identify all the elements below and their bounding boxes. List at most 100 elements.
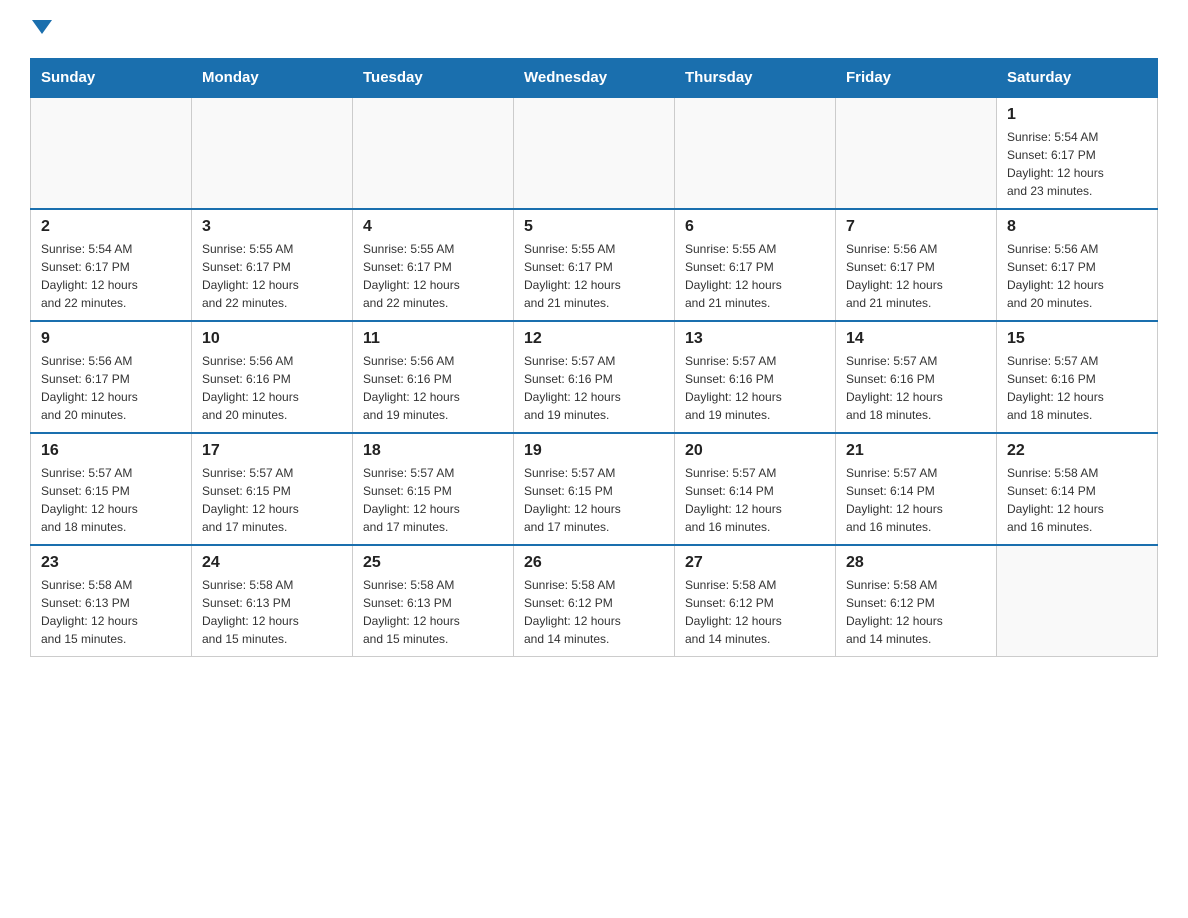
calendar-cell: 5 Sunrise: 5:55 AM Sunset: 6:17 PM Daylig… (514, 209, 675, 321)
calendar-cell: 2 Sunrise: 5:54 AM Sunset: 6:17 PM Daylig… (31, 209, 192, 321)
week-row-3: 9 Sunrise: 5:56 AM Sunset: 6:17 PM Daylig… (31, 321, 1158, 433)
day-info: Sunrise: 5:57 AM Sunset: 6:16 PM Dayligh… (846, 352, 986, 424)
day-number: 14 (846, 330, 986, 348)
calendar-cell: 13 Sunrise: 5:57 AM Sunset: 6:16 PM Dayli… (675, 321, 836, 433)
day-number: 15 (1007, 330, 1147, 348)
day-number: 26 (524, 554, 664, 572)
day-info: Sunrise: 5:56 AM Sunset: 6:17 PM Dayligh… (1007, 240, 1147, 312)
day-number: 17 (202, 442, 342, 460)
day-info: Sunrise: 5:55 AM Sunset: 6:17 PM Dayligh… (685, 240, 825, 312)
calendar-cell: 15 Sunrise: 5:57 AM Sunset: 6:16 PM Dayli… (997, 321, 1158, 433)
calendar-cell: 12Sunrise: 5:57 AM Sunset: 6:16 PM Dayli… (514, 321, 675, 433)
day-number: 13 (685, 330, 825, 348)
day-info: Sunrise: 5:55 AM Sunset: 6:17 PM Dayligh… (363, 240, 503, 312)
day-number: 27 (685, 554, 825, 572)
calendar-cell (192, 97, 353, 209)
calendar-cell: 27 Sunrise: 5:58 AM Sunset: 6:12 PM Dayli… (675, 545, 836, 657)
day-info: Sunrise: 5:58 AM Sunset: 6:14 PM Dayligh… (1007, 464, 1147, 536)
calendar-cell: 25 Sunrise: 5:58 AM Sunset: 6:13 PM Dayli… (353, 545, 514, 657)
calendar-cell: 3 Sunrise: 5:55 AM Sunset: 6:17 PM Daylig… (192, 209, 353, 321)
day-number: 9 (41, 330, 181, 348)
day-info: Sunrise: 5:54 AM Sunset: 6:17 PM Dayligh… (1007, 128, 1147, 200)
page-header (30, 20, 1158, 40)
calendar-cell: 16Sunrise: 5:57 AM Sunset: 6:15 PM Dayli… (31, 433, 192, 545)
calendar-cell: 17Sunrise: 5:57 AM Sunset: 6:15 PM Dayli… (192, 433, 353, 545)
week-row-2: 2 Sunrise: 5:54 AM Sunset: 6:17 PM Daylig… (31, 209, 1158, 321)
calendar-cell: 6 Sunrise: 5:55 AM Sunset: 6:17 PM Daylig… (675, 209, 836, 321)
calendar-cell: 20 Sunrise: 5:57 AM Sunset: 6:14 PM Dayli… (675, 433, 836, 545)
day-number: 11 (363, 330, 503, 348)
day-number: 12 (524, 330, 664, 348)
day-info: Sunrise: 5:58 AM Sunset: 6:13 PM Dayligh… (363, 576, 503, 648)
calendar-cell: 4Sunrise: 5:55 AM Sunset: 6:17 PM Daylig… (353, 209, 514, 321)
week-row-4: 16Sunrise: 5:57 AM Sunset: 6:15 PM Dayli… (31, 433, 1158, 545)
day-info: Sunrise: 5:58 AM Sunset: 6:12 PM Dayligh… (685, 576, 825, 648)
day-number: 25 (363, 554, 503, 572)
day-info: Sunrise: 5:58 AM Sunset: 6:13 PM Dayligh… (202, 576, 342, 648)
calendar-cell: 9 Sunrise: 5:56 AM Sunset: 6:17 PM Daylig… (31, 321, 192, 433)
day-info: Sunrise: 5:57 AM Sunset: 6:15 PM Dayligh… (524, 464, 664, 536)
day-number: 23 (41, 554, 181, 572)
calendar-cell: 7 Sunrise: 5:56 AM Sunset: 6:17 PM Daylig… (836, 209, 997, 321)
day-info: Sunrise: 5:57 AM Sunset: 6:16 PM Dayligh… (685, 352, 825, 424)
calendar-cell: 10 Sunrise: 5:56 AM Sunset: 6:16 PM Dayli… (192, 321, 353, 433)
calendar-cell: 1 Sunrise: 5:54 AM Sunset: 6:17 PM Daylig… (997, 97, 1158, 209)
calendar-cell: 11 Sunrise: 5:56 AM Sunset: 6:16 PM Dayli… (353, 321, 514, 433)
calendar-cell: 8 Sunrise: 5:56 AM Sunset: 6:17 PM Daylig… (997, 209, 1158, 321)
calendar-cell: 26 Sunrise: 5:58 AM Sunset: 6:12 PM Dayli… (514, 545, 675, 657)
weekday-header-row: SundayMondayTuesdayWednesdayThursdayFrid… (31, 59, 1158, 98)
day-info: Sunrise: 5:56 AM Sunset: 6:16 PM Dayligh… (363, 352, 503, 424)
day-number: 2 (41, 218, 181, 236)
calendar-cell: 22 Sunrise: 5:58 AM Sunset: 6:14 PM Dayli… (997, 433, 1158, 545)
day-info: Sunrise: 5:56 AM Sunset: 6:16 PM Dayligh… (202, 352, 342, 424)
week-row-5: 23 Sunrise: 5:58 AM Sunset: 6:13 PM Dayli… (31, 545, 1158, 657)
day-number: 19 (524, 442, 664, 460)
logo (30, 20, 52, 40)
day-info: Sunrise: 5:58 AM Sunset: 6:12 PM Dayligh… (524, 576, 664, 648)
calendar-cell (31, 97, 192, 209)
day-info: Sunrise: 5:57 AM Sunset: 6:14 PM Dayligh… (685, 464, 825, 536)
calendar-cell: 21Sunrise: 5:57 AM Sunset: 6:14 PM Dayli… (836, 433, 997, 545)
week-row-1: 1 Sunrise: 5:54 AM Sunset: 6:17 PM Daylig… (31, 97, 1158, 209)
day-number: 5 (524, 218, 664, 236)
day-info: Sunrise: 5:58 AM Sunset: 6:13 PM Dayligh… (41, 576, 181, 648)
day-info: Sunrise: 5:56 AM Sunset: 6:17 PM Dayligh… (846, 240, 986, 312)
calendar-cell (675, 97, 836, 209)
calendar-cell: 28 Sunrise: 5:58 AM Sunset: 6:12 PM Dayli… (836, 545, 997, 657)
logo-arrow-icon (32, 20, 52, 34)
day-number: 1 (1007, 106, 1147, 124)
calendar-cell: 23 Sunrise: 5:58 AM Sunset: 6:13 PM Dayli… (31, 545, 192, 657)
calendar-cell (353, 97, 514, 209)
weekday-header-saturday: Saturday (997, 59, 1158, 98)
calendar-cell: 19 Sunrise: 5:57 AM Sunset: 6:15 PM Dayli… (514, 433, 675, 545)
day-info: Sunrise: 5:56 AM Sunset: 6:17 PM Dayligh… (41, 352, 181, 424)
calendar-cell: 18 Sunrise: 5:57 AM Sunset: 6:15 PM Dayli… (353, 433, 514, 545)
day-number: 21 (846, 442, 986, 460)
day-number: 24 (202, 554, 342, 572)
day-number: 7 (846, 218, 986, 236)
day-number: 8 (1007, 218, 1147, 236)
day-info: Sunrise: 5:58 AM Sunset: 6:12 PM Dayligh… (846, 576, 986, 648)
weekday-header-tuesday: Tuesday (353, 59, 514, 98)
day-number: 18 (363, 442, 503, 460)
calendar-cell (997, 545, 1158, 657)
day-number: 3 (202, 218, 342, 236)
day-info: Sunrise: 5:57 AM Sunset: 6:15 PM Dayligh… (41, 464, 181, 536)
calendar-cell (514, 97, 675, 209)
day-number: 6 (685, 218, 825, 236)
calendar-cell: 14 Sunrise: 5:57 AM Sunset: 6:16 PM Dayli… (836, 321, 997, 433)
day-info: Sunrise: 5:54 AM Sunset: 6:17 PM Dayligh… (41, 240, 181, 312)
day-info: Sunrise: 5:57 AM Sunset: 6:16 PM Dayligh… (1007, 352, 1147, 424)
day-number: 22 (1007, 442, 1147, 460)
day-number: 10 (202, 330, 342, 348)
calendar-cell: 24 Sunrise: 5:58 AM Sunset: 6:13 PM Dayli… (192, 545, 353, 657)
day-info: Sunrise: 5:55 AM Sunset: 6:17 PM Dayligh… (524, 240, 664, 312)
weekday-header-thursday: Thursday (675, 59, 836, 98)
weekday-header-wednesday: Wednesday (514, 59, 675, 98)
day-info: Sunrise: 5:55 AM Sunset: 6:17 PM Dayligh… (202, 240, 342, 312)
day-info: Sunrise: 5:57 AM Sunset: 6:15 PM Dayligh… (363, 464, 503, 536)
calendar-table: SundayMondayTuesdayWednesdayThursdayFrid… (30, 58, 1158, 657)
day-number: 28 (846, 554, 986, 572)
calendar-cell (836, 97, 997, 209)
day-number: 20 (685, 442, 825, 460)
